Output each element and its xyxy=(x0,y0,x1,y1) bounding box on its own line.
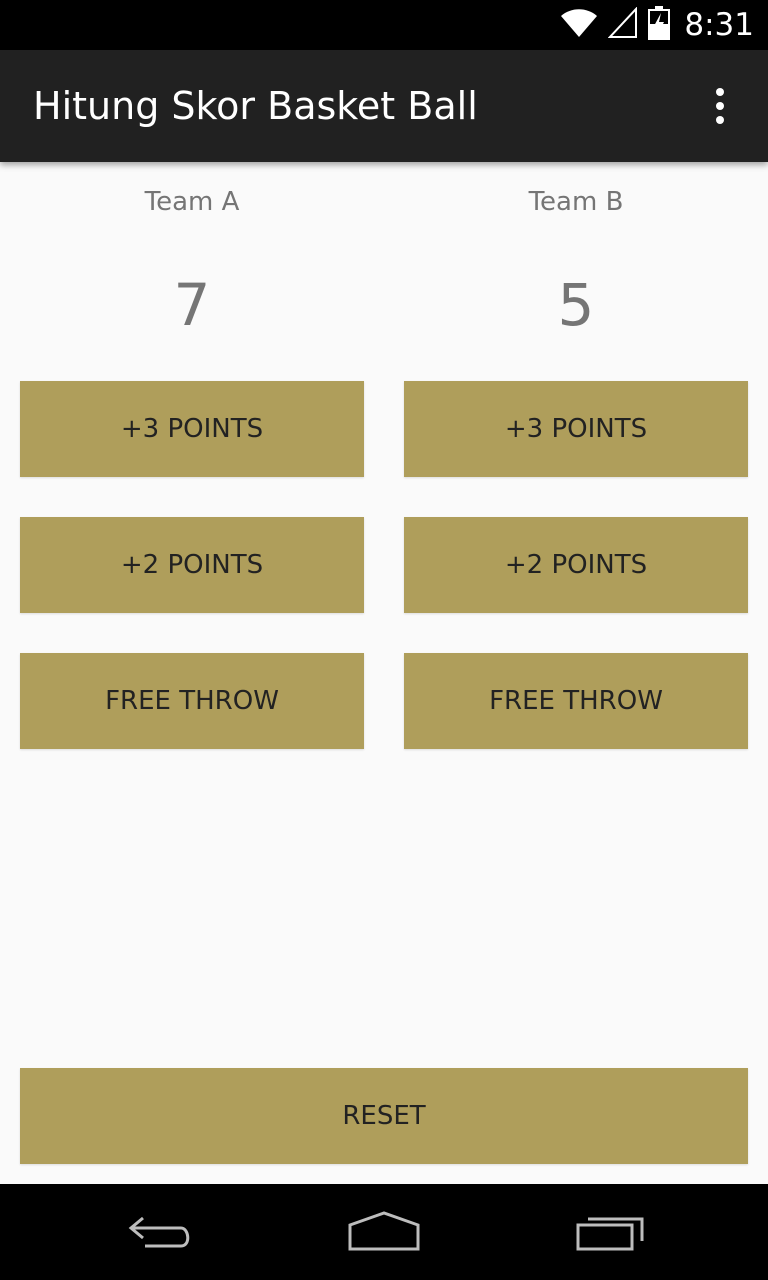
team-a-plus3-button[interactable]: +3 POINTS xyxy=(20,381,364,477)
team-b-score: 5 xyxy=(557,271,595,339)
team-b-plus3-button[interactable]: +3 POINTS xyxy=(404,381,748,477)
menu-dot xyxy=(716,102,724,110)
team-a-label: Team A xyxy=(144,187,240,217)
team-b-plus2-button[interactable]: +2 POINTS xyxy=(404,517,748,613)
status-icons: 8:31 xyxy=(560,0,754,50)
menu-dot xyxy=(716,88,724,96)
overflow-menu-icon[interactable] xyxy=(694,84,746,128)
app-title: Hitung Skor Basket Ball xyxy=(33,84,478,128)
team-b-label: Team B xyxy=(528,187,624,217)
reset-button[interactable]: RESET xyxy=(20,1068,748,1164)
wifi-icon xyxy=(560,7,598,44)
recent-apps-icon[interactable] xyxy=(560,1204,660,1260)
home-icon[interactable] xyxy=(334,1204,434,1260)
team-b-free-throw-button[interactable]: FREE THROW xyxy=(404,653,748,749)
status-bar: 8:31 xyxy=(0,0,768,50)
battery-charging-icon xyxy=(648,5,671,45)
navigation-bar xyxy=(0,1184,768,1280)
team-a-score: 7 xyxy=(173,271,211,339)
app-bar: Hitung Skor Basket Ball xyxy=(0,50,768,162)
signal-icon xyxy=(608,5,638,44)
screen: 8:31 Hitung Skor Basket Ball Team A 7 +3… xyxy=(0,0,768,1280)
status-time: 8:31 xyxy=(684,7,754,43)
team-a-plus2-button[interactable]: +2 POINTS xyxy=(20,517,364,613)
back-icon[interactable] xyxy=(110,1204,210,1260)
team-a-free-throw-button[interactable]: FREE THROW xyxy=(20,653,364,749)
menu-dot xyxy=(716,116,724,124)
